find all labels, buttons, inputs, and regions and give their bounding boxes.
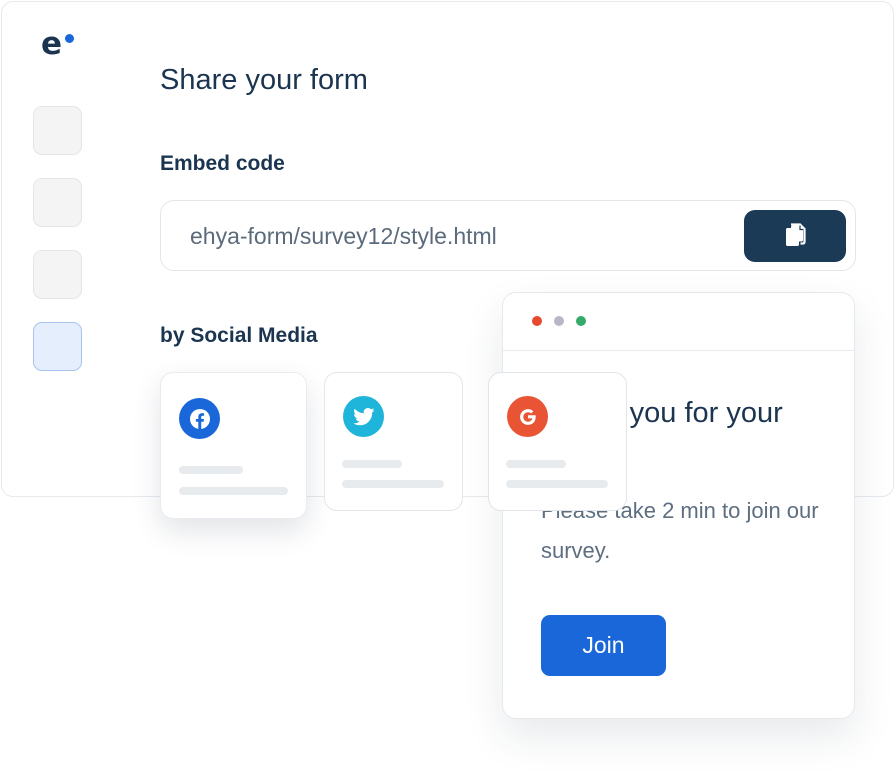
window-minimize-dot[interactable]: [554, 316, 564, 326]
copy-button[interactable]: [744, 210, 846, 262]
sidebar-item-2[interactable]: [33, 178, 82, 227]
logo-letter: e: [41, 26, 63, 62]
google-icon: [507, 396, 548, 437]
embed-code-value[interactable]: ehya-form/survey12/style.html: [190, 220, 497, 252]
popup-window-bar: [503, 293, 854, 351]
placeholder-line: [179, 466, 243, 474]
window-close-dot[interactable]: [532, 316, 542, 326]
copy-icon: [786, 223, 806, 246]
placeholder-line: [506, 480, 608, 488]
window-maximize-dot[interactable]: [576, 316, 586, 326]
ehya-logo[interactable]: e: [41, 24, 81, 64]
social-card-twitter[interactable]: [324, 372, 463, 511]
placeholder-line: [179, 487, 288, 495]
join-button[interactable]: Join: [541, 615, 666, 676]
embed-code-field[interactable]: ehya-form/survey12/style.html: [160, 200, 856, 271]
social-card-google[interactable]: [488, 372, 627, 511]
page-title: Share your form: [160, 64, 368, 96]
placeholder-line: [342, 480, 444, 488]
placeholder-line: [342, 460, 402, 468]
placeholder-line: [506, 460, 566, 468]
twitter-icon: [343, 396, 384, 437]
sidebar-item-3[interactable]: [33, 250, 82, 299]
logo-dot: [65, 34, 74, 43]
social-media-label: by Social Media: [160, 324, 318, 347]
embed-code-label: Embed code: [160, 152, 285, 175]
sidebar-item-1[interactable]: [33, 106, 82, 155]
facebook-icon: [179, 398, 220, 439]
social-card-facebook[interactable]: [160, 372, 307, 519]
sidebar-item-4-active[interactable]: [33, 322, 82, 371]
